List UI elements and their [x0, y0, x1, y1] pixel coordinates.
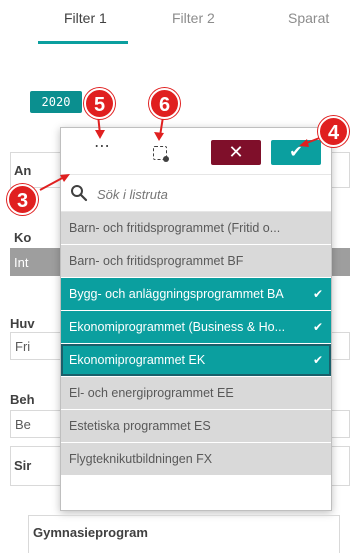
year-chip[interactable]: 2020	[30, 91, 82, 113]
list-item-label: Barn- och fritidsprogrammet BF	[69, 254, 244, 268]
search-input[interactable]	[97, 183, 307, 205]
callout-badge-5: 5	[84, 88, 115, 119]
filter-box-4-label: Beh	[10, 392, 35, 407]
check-icon: ✔	[312, 320, 323, 334]
callout-badge-4: 4	[318, 116, 349, 147]
list-item[interactable]: Estetiska programmet ES	[61, 410, 331, 443]
search-row	[61, 174, 331, 212]
lasso-select-icon[interactable]	[153, 146, 169, 162]
filter-box-3-label: Huv	[10, 316, 35, 331]
list-item-label: El- och energiprogrammet EE	[69, 386, 234, 400]
filter-box-5-label: Sir	[14, 458, 32, 473]
list-item[interactable]: Barn- och fritidsprogrammet BF	[61, 245, 331, 278]
filter-box-4-value: Be	[15, 417, 31, 432]
confirm-selection-button[interactable]: ✔	[271, 140, 321, 165]
selection-toolbar: ⋯ ✕ ✔	[61, 128, 331, 170]
active-tab-indicator	[38, 41, 128, 44]
tab-bar: Filter 1 Filter 2 Sparat	[0, 0, 361, 44]
tab-filter-2[interactable]: Filter 2	[172, 10, 215, 26]
filter-box-2-value: Int	[14, 255, 29, 270]
check-icon: ✔	[312, 287, 323, 301]
listbox-items: Barn- och fritidsprogrammet (Fritid o...…	[61, 212, 331, 476]
callout-badge-3: 3	[7, 184, 38, 215]
list-item-label: Ekonomiprogrammet EK	[69, 353, 206, 367]
filter-box-1-label: An	[14, 163, 32, 178]
list-item[interactable]: Ekonomiprogrammet EK ✔	[61, 344, 331, 377]
list-item[interactable]: Ekonomiprogrammet (Business & Ho... ✔	[61, 311, 331, 344]
filter-box-3-value: Fri	[15, 339, 31, 354]
list-item-label: Estetiska programmet ES	[69, 419, 211, 433]
list-item-label: Bygg- och anläggningsprogrammet BA	[69, 287, 284, 301]
cancel-selection-button[interactable]: ✕	[211, 140, 261, 165]
list-item-label: Ekonomiprogrammet (Business & Ho...	[69, 320, 286, 334]
list-item-label: Flygteknikutbildningen FX	[69, 452, 213, 466]
check-icon: ✔	[312, 353, 323, 367]
tab-sparat[interactable]: Sparat	[288, 10, 329, 26]
callout-badge-6: 6	[149, 88, 180, 119]
gymnasieprogram-label: Gymnasieprogram	[33, 525, 148, 540]
list-item[interactable]: Barn- och fritidsprogrammet (Fritid o...	[61, 212, 331, 245]
list-item[interactable]: El- och energiprogrammet EE	[61, 377, 331, 410]
ellipsis-icon[interactable]: ⋯	[93, 139, 111, 156]
list-item[interactable]: Flygteknikutbildningen FX	[61, 443, 331, 476]
list-item-label: Barn- och fritidsprogrammet (Fritid o...	[69, 221, 281, 235]
list-item[interactable]: Bygg- och anläggningsprogrammet BA ✔	[61, 278, 331, 311]
listbox-popover: ⋯ ✕ ✔ Barn- och fritidsprogrammet (Friti…	[60, 127, 332, 511]
filter-box-2-label: Ko	[14, 230, 32, 245]
search-icon	[71, 185, 88, 202]
tab-filter-1[interactable]: Filter 1	[64, 10, 107, 26]
